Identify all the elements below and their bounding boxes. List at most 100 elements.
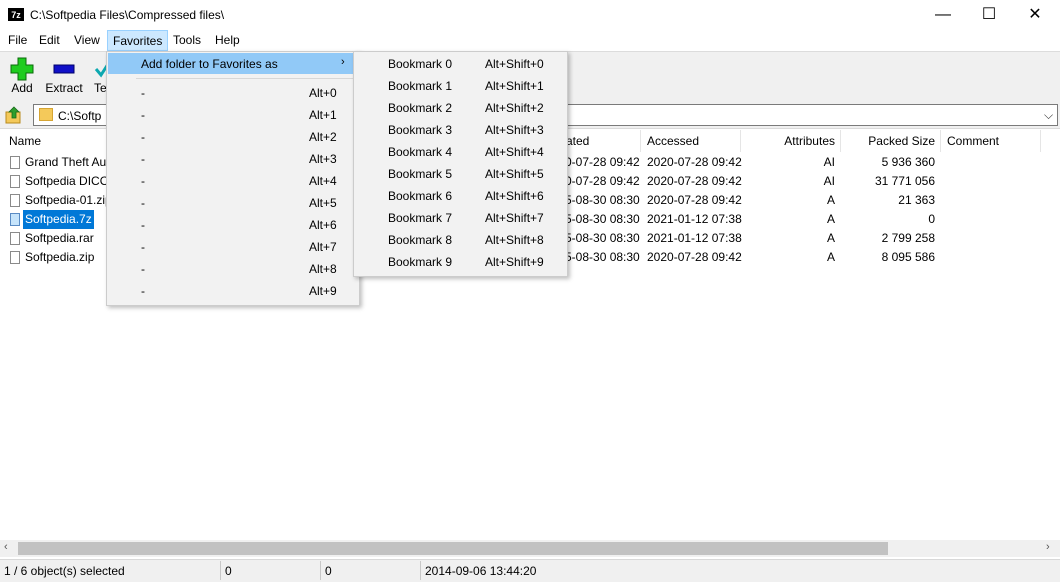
file-packed-size: 8 095 586 [881,250,935,264]
maximize-button[interactable]: ☐ [966,0,1012,30]
menu-favorites[interactable]: Favorites [107,30,169,51]
up-folder-icon[interactable] [5,106,23,124]
menu-view[interactable]: View [69,30,105,51]
file-icon [10,194,20,207]
file-packed-size: 31 771 056 [874,174,935,188]
column-accessed[interactable]: Accessed [647,130,699,152]
column-attributes[interactable]: Attributes [740,130,835,152]
file-attributes: A [826,212,835,226]
scrollbar-thumb[interactable] [18,542,888,555]
bookmark-shortcut: Alt+Shift+7 [485,211,544,225]
extract-label: Extract [45,81,83,95]
column-divider[interactable] [940,130,941,152]
bookmark-shortcut: Alt+Shift+8 [485,233,544,247]
status-divider [420,561,421,580]
favorite-slot-label[interactable]: - [141,262,145,276]
favorite-slot-shortcut: Alt+9 [309,284,337,298]
bookmark-shortcut: Alt+Shift+9 [485,255,544,269]
file-accessed: 2020-07-28 09:42 [647,193,742,207]
address-path: C:\Softp [58,109,102,123]
favorite-slot-shortcut: Alt+4 [309,174,337,188]
bookmark-shortcut: Alt+Shift+4 [485,145,544,159]
column-divider[interactable] [1040,130,1041,152]
bookmark-shortcut: Alt+Shift+6 [485,189,544,203]
favorite-slot-shortcut: Alt+3 [309,152,337,166]
status-divider [320,561,321,580]
status-selection: 1 / 6 object(s) selected [4,564,125,578]
file-name: Softpedia.rar [25,231,94,245]
bookmark-item[interactable]: Bookmark 5 [388,167,452,181]
favorite-slot-shortcut: Alt+2 [309,130,337,144]
scroll-left-icon[interactable]: ‹ [4,541,8,553]
favorite-slot-label[interactable]: - [141,152,145,166]
file-created: 5-08-30 08:30 [565,212,640,226]
bookmark-item[interactable]: Bookmark 4 [388,145,452,159]
file-packed-size: 2 799 258 [881,231,935,245]
column-divider[interactable] [640,130,641,152]
favorite-slot-label[interactable]: - [141,196,145,210]
column-comment[interactable]: Comment [947,130,999,152]
minimize-button[interactable]: — [920,0,966,30]
column-packed-size[interactable]: Packed Size [840,130,935,152]
favorite-slot-label[interactable]: - [141,218,145,232]
column-name[interactable]: Name [9,130,41,152]
bookmark-item[interactable]: Bookmark 1 [388,79,452,93]
file-accessed: 2021-01-12 07:38 [647,212,742,226]
chevron-down-icon[interactable]: ⌵ [1044,108,1053,123]
status-size: 0 [225,564,232,578]
bookmark-item[interactable]: Bookmark 8 [388,233,452,247]
bookmark-item[interactable]: Bookmark 7 [388,211,452,225]
menu-separator [136,78,354,79]
menu-tools[interactable]: Tools [168,30,206,51]
file-attributes: A [826,231,835,245]
file-accessed: 2021-01-12 07:38 [647,231,742,245]
bookmark-item[interactable]: Bookmark 3 [388,123,452,137]
file-attributes: A [826,193,835,207]
favorite-slot-label[interactable]: - [141,86,145,100]
file-created: 5-08-30 08:30 [565,250,640,264]
7zip-app-icon: 7z [8,8,24,21]
favorite-slot-label[interactable]: - [141,240,145,254]
bookmark-item[interactable]: Bookmark 0 [388,57,452,71]
bookmark-item[interactable]: Bookmark 9 [388,255,452,269]
folder-icon [39,108,53,121]
file-created: 0-07-28 09:42 [565,155,640,169]
menu-edit[interactable]: Edit [34,30,65,51]
bookmark-shortcut: Alt+Shift+1 [485,79,544,93]
bookmark-shortcut: Alt+Shift+0 [485,57,544,71]
status-packed: 0 [325,564,332,578]
menu-help[interactable]: Help [210,30,245,51]
close-button[interactable]: ✕ [1012,0,1058,30]
file-attributes: AI [823,155,835,169]
minus-icon [53,64,75,74]
scroll-right-icon[interactable]: › [1046,541,1050,553]
window-title: C:\Softpedia Files\Compressed files\ [30,8,225,22]
file-accessed: 2020-07-28 09:42 [647,250,742,264]
bookmark-item[interactable]: Bookmark 6 [388,189,452,203]
favorite-slot-label[interactable]: - [141,174,145,188]
favorite-slot-label[interactable]: - [141,130,145,144]
favorite-slot-shortcut: Alt+7 [309,240,337,254]
submenu-arrow-icon: › [341,56,345,68]
favorite-slot-shortcut: Alt+1 [309,108,337,122]
file-created: 5-08-30 08:30 [565,193,640,207]
file-packed-size: 21 363 [898,193,935,207]
file-created: 5-08-30 08:30 [565,231,640,245]
test-button[interactable]: Te [88,54,108,98]
favorite-slot-shortcut: Alt+5 [309,196,337,210]
plus-icon [10,57,34,81]
column-created[interactable]: ated [566,130,589,152]
file-icon [10,232,20,245]
bookmark-item[interactable]: Bookmark 2 [388,101,452,115]
favorite-slot-label[interactable]: - [141,108,145,122]
favorite-slot-label[interactable]: - [141,284,145,298]
file-name: Softpedia.zip [25,250,95,264]
file-attributes: AI [823,174,835,188]
file-name: Softpedia-01.zip [25,193,112,207]
status-divider [220,561,221,580]
file-name: Softpedia DICO [25,174,110,188]
menu-file[interactable]: File [3,30,32,51]
bookmark-shortcut: Alt+Shift+3 [485,123,544,137]
extract-button[interactable]: Extract [39,54,89,98]
status-modified: 2014-09-06 13:44:20 [425,564,537,578]
